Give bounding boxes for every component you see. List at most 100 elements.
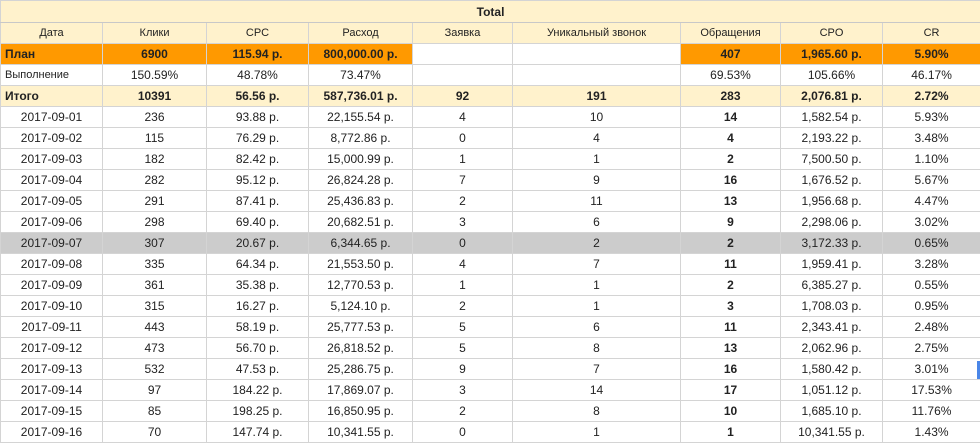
cell-cpo[interactable]: 2,062.96 р. [780,337,883,359]
cell-cpc[interactable]: 82.42 р. [206,148,309,170]
performance-spend[interactable]: 73.47% [308,64,413,86]
cell-spend[interactable]: 21,553.50 р. [308,253,413,275]
cell-cpc[interactable]: 184.22 р. [206,379,309,401]
cell-clicks[interactable]: 307 [102,232,207,254]
cell-spend[interactable]: 16,850.95 р. [308,400,413,422]
cell-cpo[interactable]: 10,341.55 р. [780,421,883,443]
total-requests[interactable]: 92 [412,85,513,107]
plan-cpc[interactable]: 115.94 р. [206,43,309,65]
cell-contacts[interactable]: 13 [680,337,781,359]
cell-requests[interactable]: 2 [412,190,513,212]
cell-requests[interactable]: 0 [412,232,513,254]
cell-cr[interactable]: 0.65% [881,232,980,254]
cell-requests[interactable]: 7 [412,169,513,191]
total-cpc[interactable]: 56.56 р. [206,85,309,107]
cell-contacts[interactable]: 2 [680,232,781,254]
cell-spend[interactable]: 5,124.10 р. [308,295,413,317]
cell-cr[interactable]: 2.48% [881,316,980,338]
cell-cr[interactable]: 0.95% [881,295,980,317]
plan-requests[interactable] [412,43,513,65]
cell-date[interactable]: 2017-09-03 [0,148,103,170]
cell-calls[interactable]: 11 [512,190,681,212]
cell-cpo[interactable]: 3,172.33 р. [780,232,883,254]
total-calls[interactable]: 191 [512,85,681,107]
cell-spend[interactable]: 22,155.54 р. [308,106,413,128]
cell-spend[interactable]: 25,777.53 р. [308,316,413,338]
cell-requests[interactable]: 2 [412,295,513,317]
total-cr[interactable]: 2.72% [881,85,980,107]
cell-cr[interactable]: 0.55% [881,274,980,296]
cell-calls[interactable]: 1 [512,421,681,443]
cell-cr[interactable]: 4.47% [881,190,980,212]
cell-cpc[interactable]: 95.12 р. [206,169,309,191]
performance-label[interactable]: Выполнение [0,64,103,86]
cell-calls[interactable]: 1 [512,274,681,296]
cell-contacts[interactable]: 1 [680,421,781,443]
cell-contacts[interactable]: 17 [680,379,781,401]
header-contacts[interactable]: Обращения [680,22,781,44]
cell-spend[interactable]: 25,286.75 р. [308,358,413,380]
cell-clicks[interactable]: 315 [102,295,207,317]
cell-cpc[interactable]: 20.67 р. [206,232,309,254]
performance-requests[interactable] [412,64,513,86]
cell-spend[interactable]: 26,818.52 р. [308,337,413,359]
cell-requests[interactable]: 1 [412,148,513,170]
cell-contacts[interactable]: 2 [680,274,781,296]
cell-cpc[interactable]: 198.25 р. [206,400,309,422]
cell-cpc[interactable]: 147.74 р. [206,421,309,443]
cell-calls[interactable]: 7 [512,358,681,380]
cell-calls[interactable]: 9 [512,169,681,191]
total-clicks[interactable]: 10391 [102,85,207,107]
cell-contacts[interactable]: 2 [680,148,781,170]
cell-cpo[interactable]: 1,051.12 р. [780,379,883,401]
cell-requests[interactable]: 4 [412,253,513,275]
cell-cr[interactable]: 5.67% [881,169,980,191]
cell-cpo[interactable]: 1,708.03 р. [780,295,883,317]
cell-cr[interactable]: 3.01% [881,358,980,380]
header-cpo[interactable]: CPO [780,22,883,44]
cell-spend[interactable]: 20,682.51 р. [308,211,413,233]
cell-date[interactable]: 2017-09-12 [0,337,103,359]
cell-cpc[interactable]: 47.53 р. [206,358,309,380]
cell-calls[interactable]: 7 [512,253,681,275]
plan-label[interactable]: План [0,43,103,65]
cell-clicks[interactable]: 70 [102,421,207,443]
cell-clicks[interactable]: 282 [102,169,207,191]
plan-cpo[interactable]: 1,965.60 р. [780,43,883,65]
cell-requests[interactable]: 0 [412,127,513,149]
cell-requests[interactable]: 2 [412,400,513,422]
performance-clicks[interactable]: 150.59% [102,64,207,86]
cell-requests[interactable]: 9 [412,358,513,380]
cell-calls[interactable]: 8 [512,337,681,359]
cell-contacts[interactable]: 16 [680,358,781,380]
cell-clicks[interactable]: 97 [102,379,207,401]
header-clicks[interactable]: Клики [102,22,207,44]
cell-cpc[interactable]: 35.38 р. [206,274,309,296]
cell-clicks[interactable]: 291 [102,190,207,212]
total-label[interactable]: Итого [0,85,103,107]
cell-cpo[interactable]: 6,385.27 р. [780,274,883,296]
cell-clicks[interactable]: 298 [102,211,207,233]
cell-cpo[interactable]: 7,500.50 р. [780,148,883,170]
cell-spend[interactable]: 25,436.83 р. [308,190,413,212]
cell-clicks[interactable]: 361 [102,274,207,296]
cell-requests[interactable]: 5 [412,337,513,359]
cell-spend[interactable]: 12,770.53 р. [308,274,413,296]
cell-contacts[interactable]: 4 [680,127,781,149]
cell-cpo[interactable]: 2,193.22 р. [780,127,883,149]
cell-spend[interactable]: 6,344.65 р. [308,232,413,254]
cell-cpo[interactable]: 1,959.41 р. [780,253,883,275]
cell-spend[interactable]: 26,824.28 р. [308,169,413,191]
header-spend[interactable]: Расход [308,22,413,44]
cell-contacts[interactable]: 16 [680,169,781,191]
cell-spend[interactable]: 17,869.07 р. [308,379,413,401]
performance-cpc[interactable]: 48.78% [206,64,309,86]
cell-clicks[interactable]: 115 [102,127,207,149]
plan-cr[interactable]: 5.90% [881,43,980,65]
cell-date[interactable]: 2017-09-13 [0,358,103,380]
cell-cpc[interactable]: 56.70 р. [206,337,309,359]
cell-date[interactable]: 2017-09-08 [0,253,103,275]
cell-cr[interactable]: 3.48% [881,127,980,149]
cell-spend[interactable]: 8,772.86 р. [308,127,413,149]
cell-cpo[interactable]: 1,676.52 р. [780,169,883,191]
